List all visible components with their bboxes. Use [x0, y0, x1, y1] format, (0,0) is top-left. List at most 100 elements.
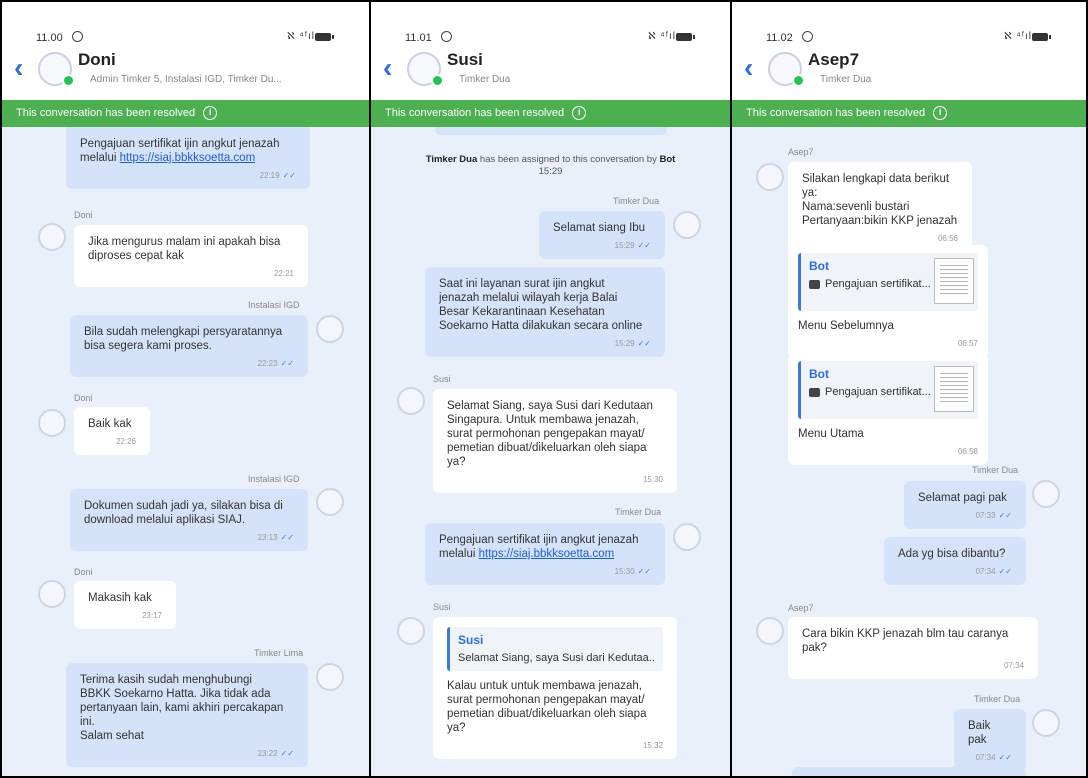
- chat-header: ‹ Doni Admin Timker 5, Instalasi IGD, Ti…: [2, 44, 369, 100]
- read-receipt-icon: ✓✓: [282, 171, 296, 180]
- message-bubble-outgoing[interactable]: Pengajuan sertifikat ijin angkut jenazah…: [425, 523, 665, 585]
- system-time: 15:29: [538, 166, 563, 177]
- message-time: 23:17: [141, 611, 162, 620]
- sender-avatar: [673, 211, 701, 239]
- message-time: 22:26: [115, 437, 136, 446]
- info-icon[interactable]: i: [572, 106, 587, 121]
- message-time: 22:19: [259, 171, 280, 180]
- read-receipt-icon: ✓✓: [280, 749, 294, 758]
- contact-name[interactable]: Doni: [78, 50, 116, 70]
- sender-avatar: [1032, 709, 1060, 737]
- contact-subtitle: Timker Dua: [459, 74, 511, 85]
- quoted-reply[interactable]: Bot Pengajuan sertifikat...: [798, 253, 978, 311]
- message-bubble-incoming[interactable]: Baik kak 22:26: [74, 407, 150, 455]
- message-text: Makasih kak: [88, 592, 152, 604]
- message-bubble-outgoing[interactable]: Selamat siang Ibu 15:29 ✓✓: [539, 211, 665, 259]
- system-text: has been assigned to this conversation b…: [477, 154, 660, 165]
- contact-name[interactable]: Susi: [447, 50, 483, 70]
- read-receipt-icon: ✓✓: [998, 567, 1012, 576]
- message-bubble-incoming[interactable]: Bot Pengajuan sertifikat... Menu Sebelum…: [788, 245, 988, 357]
- sender-avatar: [316, 488, 344, 516]
- sender-name: Instalasi IGD: [248, 300, 300, 310]
- message-time: 15:29: [614, 241, 635, 250]
- message-text: Terima kasih sudah menghubungi BBKK Soek…: [80, 674, 284, 742]
- whatsapp-badge-icon: [792, 74, 805, 87]
- message-bubble-incoming[interactable]: Bot Pengajuan sertifikat... Menu Utama 0…: [788, 353, 988, 465]
- message-time: 06:56: [937, 234, 958, 243]
- read-receipt-icon: ✓✓: [998, 753, 1012, 762]
- message-time: 15:29: [614, 339, 635, 348]
- message-bubble-outgoing[interactable]: Ada yg bisa dibantu? 07:34 ✓✓: [884, 537, 1026, 585]
- read-receipt-icon: ✓✓: [998, 511, 1012, 520]
- message-text: Kalau untuk untuk membawa jenazah, surat…: [447, 680, 647, 734]
- whatsapp-status-icon: [72, 31, 83, 42]
- message-bubble-outgoing[interactable]: Saat ini layanan surat ijin angkut jenaz…: [425, 267, 665, 357]
- read-receipt-icon: ✓✓: [637, 567, 651, 576]
- message-bubble-incoming[interactable]: Silakan lengkapi data berikut ya: Nama:s…: [788, 162, 972, 252]
- message-text: Saat ini layanan surat ijin angkut jenaz…: [439, 278, 643, 332]
- message-bubble-outgoing[interactable]: Baik pak 07:34 ✓✓: [954, 709, 1026, 771]
- camera-icon: [809, 279, 820, 289]
- sender-avatar: [316, 663, 344, 691]
- info-icon[interactable]: i: [203, 106, 218, 121]
- document-thumbnail: [934, 366, 974, 412]
- quoted-reply[interactable]: Bot Pengajuan sertifikat...: [798, 361, 978, 419]
- contact-name[interactable]: Asep7: [808, 50, 859, 70]
- status-bar: 11.02 ℵ ⁴ᶠıl: [732, 2, 1086, 44]
- message-text: Cara bikin KKP jenazah blm tau caranya p…: [802, 628, 1009, 654]
- message-list[interactable]: Timker Dua has been assigned to this con…: [371, 127, 730, 776]
- system-assignment-message: Timker Dua has been assigned to this con…: [371, 154, 730, 178]
- message-bubble-incoming[interactable]: Makasih kak 23:17: [74, 581, 176, 629]
- sender-name: Timker Dua: [613, 196, 660, 206]
- contact-avatar[interactable]: [768, 52, 805, 87]
- sender-name: Doni: [74, 393, 93, 403]
- message-time: 06:58: [957, 447, 978, 456]
- sender-name: Timker Dua: [974, 694, 1021, 704]
- message-link[interactable]: https://siaj.bbkksoetta.com: [120, 152, 256, 164]
- resolved-banner: This conversation has been resolved i: [2, 100, 369, 127]
- message-text: Selamat siang Ibu: [553, 222, 646, 234]
- message-text: Ada yg bisa dibantu?: [898, 548, 1006, 560]
- contact-avatar[interactable]: [407, 52, 444, 87]
- message-bubble-incoming[interactable]: Jika mengurus malam ini apakah bisa dipr…: [74, 225, 308, 287]
- message-list[interactable]: Asep7 Silakan lengkapi data berikut ya: …: [732, 127, 1086, 776]
- message-bubble-incoming[interactable]: Selamat Siang, saya Susi dari Kedutaan S…: [433, 389, 677, 493]
- message-bubble-outgoing[interactable]: Dokumen sudah jadi ya, silakan bisa di d…: [70, 489, 308, 551]
- message-bubble-incoming[interactable]: Cara bikin KKP jenazah blm tau caranya p…: [788, 617, 1038, 679]
- message-time: 07:34: [975, 753, 996, 762]
- message-time: 15:32: [642, 741, 663, 750]
- message-text: Dokumen sudah jadi ya, silakan bisa di d…: [84, 500, 283, 526]
- message-link[interactable]: https://siaj.bbkksoetta.com: [479, 548, 615, 560]
- message-time: 22:21: [273, 269, 294, 278]
- camera-icon: [809, 387, 820, 397]
- sender-avatar: [756, 163, 784, 191]
- read-receipt-icon: ✓✓: [280, 533, 294, 542]
- quoted-reply[interactable]: Susi Selamat Siang, saya Susi dari Kedut…: [447, 627, 663, 671]
- sender-avatar: [756, 617, 784, 645]
- signal-icon: ℵ ⁴ᶠıl: [648, 31, 676, 42]
- back-arrow-icon[interactable]: ‹: [14, 54, 23, 82]
- chat-panel-doni: 11.00 ℵ ⁴ᶠıl ‹ Doni Admin Timker 5, Inst…: [2, 2, 369, 776]
- contact-avatar[interactable]: [38, 52, 75, 87]
- quoted-text: Selamat Siang, saya Susi dari Kedutaa...: [458, 652, 655, 664]
- message-time: 06:57: [957, 339, 978, 348]
- message-list[interactable]: Pengajuan sertifikat ijin angkut jenazah…: [2, 127, 369, 776]
- assigned-by: Bot: [659, 154, 676, 165]
- read-receipt-icon: ✓✓: [280, 359, 294, 368]
- message-bubble-outgoing[interactable]: Terima kasih sudah menghubungi BBKK Soek…: [66, 663, 308, 767]
- status-time: 11.01: [405, 32, 432, 44]
- back-arrow-icon[interactable]: ‹: [744, 54, 753, 82]
- back-arrow-icon[interactable]: ‹: [383, 54, 392, 82]
- message-bubble-outgoing[interactable]: Selamat pagi pak 07:33 ✓✓: [904, 481, 1026, 529]
- message-text: Selamat Siang, saya Susi dari Kedutaan S…: [447, 400, 653, 468]
- resolved-banner-text: This conversation has been resolved: [16, 107, 196, 119]
- resolved-banner-text: This conversation has been resolved: [746, 107, 926, 119]
- message-bubble-outgoing[interactable]: Bila sudah melengkapi persyaratannya bis…: [70, 315, 308, 377]
- message-bubble-outgoing: [435, 127, 667, 135]
- chat-header: ‹ Susi Timker Dua: [371, 44, 730, 100]
- message-text: Selamat pagi pak: [918, 492, 1007, 504]
- message-bubble-incoming[interactable]: Susi Selamat Siang, saya Susi dari Kedut…: [433, 617, 677, 759]
- message-bubble-outgoing[interactable]: Pengajuan sertifikat ijin angkut jenazah…: [66, 127, 310, 189]
- info-icon[interactable]: i: [933, 106, 948, 121]
- status-time: 11.02: [766, 32, 793, 44]
